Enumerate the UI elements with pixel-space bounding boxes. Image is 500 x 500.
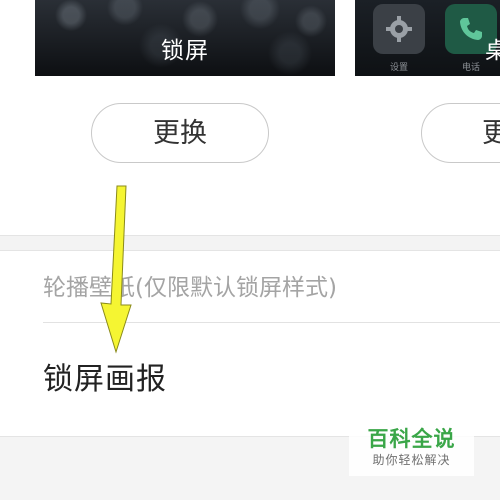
section-divider xyxy=(0,235,500,251)
change-lock-wallpaper-button[interactable]: 更换 xyxy=(91,103,269,163)
watermark-title: 百科全说 xyxy=(367,427,456,451)
home-screen-preview[interactable]: 设置 电话 桌 xyxy=(355,0,500,76)
watermark-subtitle: 助你轻松解决 xyxy=(372,453,451,467)
change-home-wallpaper-button[interactable]: 更 xyxy=(421,103,500,163)
carousel-wallpaper-setting[interactable]: 轮播壁纸(仅限默认锁屏样式) xyxy=(43,270,337,306)
screen: 锁屏 设置 电话 桌 更换 更 轮播壁纸(仅限默认锁屏样式) 锁屏画报 百科全说… xyxy=(0,0,500,500)
lock-screen-preview[interactable]: 锁屏 xyxy=(35,0,335,76)
settings-app-caption: 设置 xyxy=(389,63,408,73)
gear-icon xyxy=(373,4,425,54)
row-divider xyxy=(43,322,500,323)
home-screen-preview-label: 桌 xyxy=(485,38,500,64)
lock-screen-preview-label: 锁屏 xyxy=(161,38,209,64)
lock-screen-magazine-setting[interactable]: 锁屏画报 xyxy=(43,360,167,400)
watermark-logo: 百科全说 助你轻松解决 xyxy=(349,418,474,476)
